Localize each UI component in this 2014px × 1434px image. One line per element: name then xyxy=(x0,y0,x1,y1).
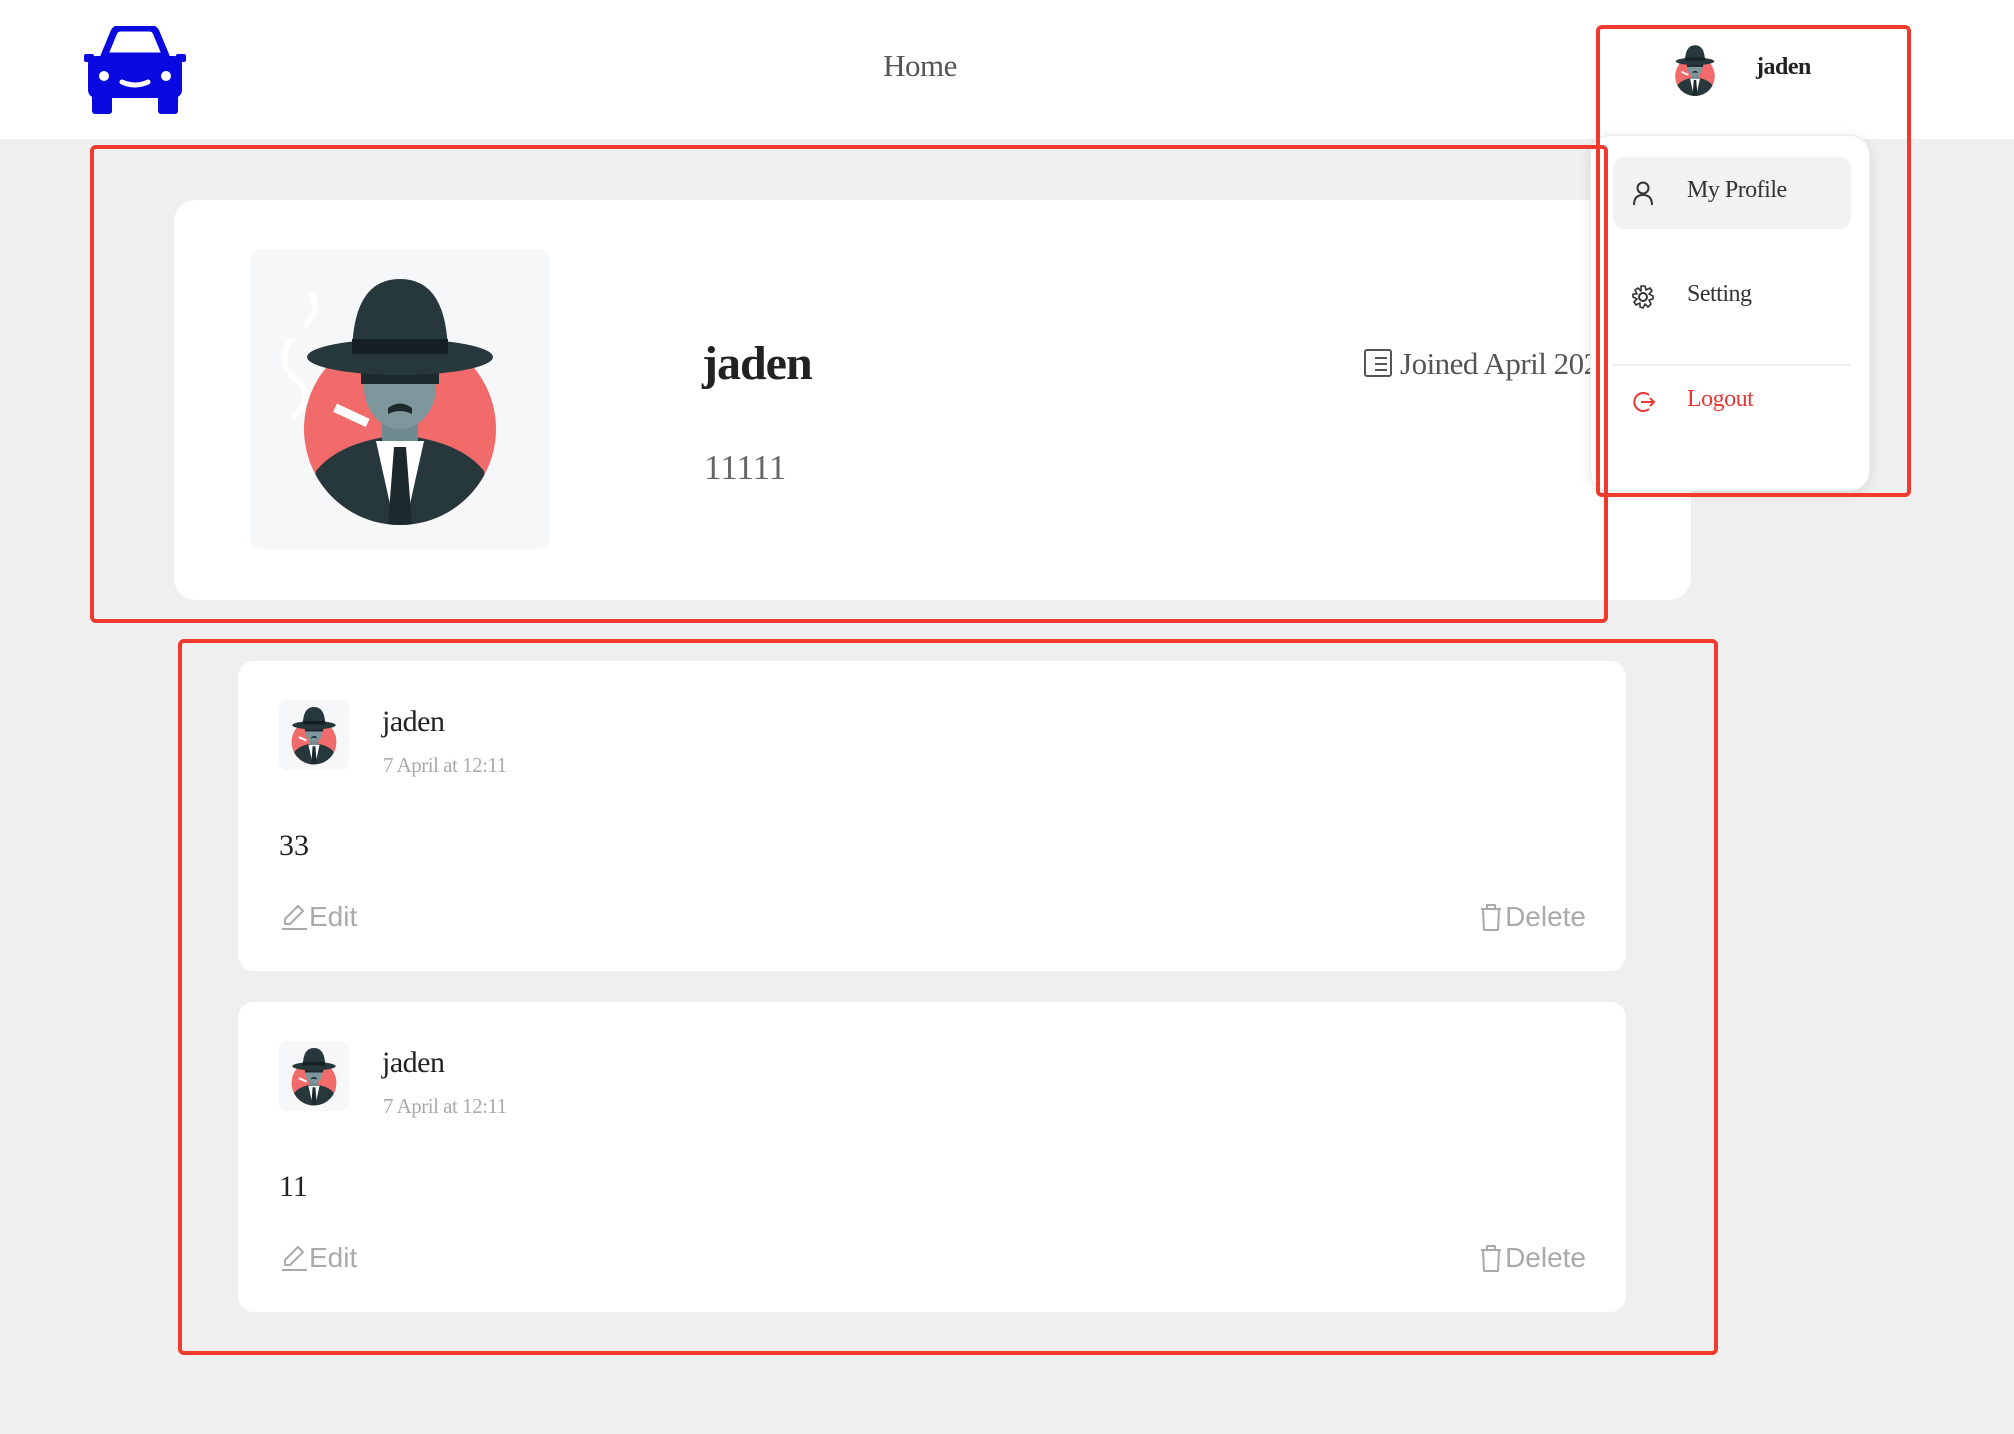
profile-avatar xyxy=(250,249,550,549)
menu-item-logout[interactable]: Logout xyxy=(1613,366,1851,438)
user-dropdown-menu: My Profile Setting Logout xyxy=(1590,135,1870,491)
joined-text: Joined April 2025 xyxy=(1400,346,1614,381)
avatar xyxy=(1664,38,1726,102)
post-author-name: jaden xyxy=(382,1046,445,1079)
post-card: jaden 7 April at 12:11 33 Edit Delete xyxy=(238,661,1626,971)
trash-icon xyxy=(1481,1245,1502,1272)
menu-item-label: Setting xyxy=(1687,281,1752,307)
edit-label: Edit xyxy=(309,1242,358,1273)
menu-item-label: My Profile xyxy=(1687,177,1787,203)
logout-icon xyxy=(1633,392,1656,412)
user-menu-trigger[interactable]: jaden xyxy=(1640,34,1880,110)
post-author-avatar xyxy=(279,700,349,770)
calendar-icon xyxy=(1364,349,1392,377)
trash-icon xyxy=(1481,904,1502,931)
post-content: 11 xyxy=(279,1170,308,1203)
header-user-name: jaden xyxy=(1756,54,1811,80)
car-icon[interactable] xyxy=(84,24,186,116)
edit-button[interactable]: Edit xyxy=(279,901,357,933)
menu-item-label: Logout xyxy=(1687,386,1754,412)
post-date: 7 April at 12:11 xyxy=(383,1094,507,1118)
post-author-avatar xyxy=(279,1041,349,1111)
delete-label: Delete xyxy=(1505,1242,1586,1273)
edit-label: Edit xyxy=(309,901,358,932)
delete-button[interactable]: Delete xyxy=(1477,901,1586,933)
delete-label: Delete xyxy=(1505,901,1586,932)
post-card: jaden 7 April at 12:11 11 Edit Delete xyxy=(238,1002,1626,1312)
post-author-name: jaden xyxy=(382,705,445,738)
gear-icon xyxy=(1632,285,1654,309)
menu-item-my-profile[interactable]: My Profile xyxy=(1613,157,1851,229)
menu-item-setting[interactable]: Setting xyxy=(1613,261,1851,333)
profile-bio: 11111 xyxy=(704,448,787,487)
user-icon xyxy=(1633,181,1653,206)
pencil-icon xyxy=(282,905,307,930)
post-date: 7 April at 12:11 xyxy=(383,753,507,777)
delete-button[interactable]: Delete xyxy=(1477,1242,1586,1274)
profile-card: jaden 11111 Joined April 2025 xyxy=(174,200,1691,600)
nav-home-link[interactable]: Home xyxy=(855,48,985,84)
post-content: 33 xyxy=(279,829,309,862)
pencil-icon xyxy=(282,1246,307,1271)
edit-button[interactable]: Edit xyxy=(279,1242,357,1274)
profile-name: jaden xyxy=(702,337,813,390)
top-navigation-bar: Home jaden xyxy=(0,0,2014,139)
